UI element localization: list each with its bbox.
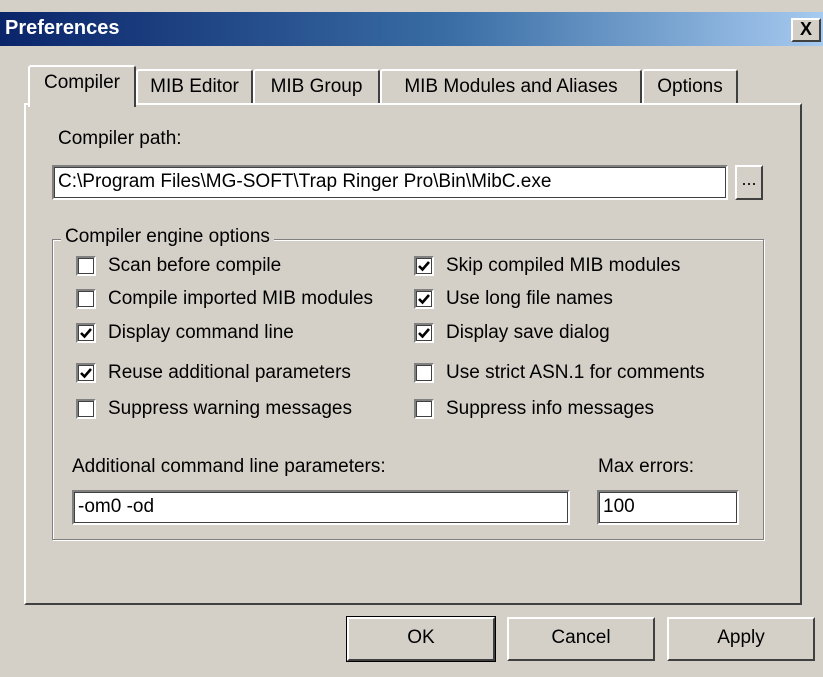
group-caption: Compiler engine options: [61, 226, 274, 248]
window-title: Preferences: [5, 17, 120, 39]
ok-button[interactable]: OK: [346, 616, 496, 662]
checkbox-label: Compile imported MIB modules: [108, 288, 374, 309]
preferences-dialog: Preferences X Compiler MIB Editor MIB Gr…: [0, 0, 823, 677]
max-errors-input[interactable]: 100: [597, 490, 739, 525]
tab-mib-group[interactable]: MIB Group: [253, 69, 380, 105]
checkbox-label: Skip compiled MIB modules: [446, 255, 681, 276]
checkbox-box[interactable]: [414, 363, 434, 383]
checkbox-label: Suppress warning messages: [108, 398, 352, 419]
checkbox-box[interactable]: [76, 289, 96, 309]
max-errors-label: Max errors:: [598, 456, 695, 477]
checkmark-icon: [80, 328, 92, 339]
cancel-button[interactable]: Cancel: [507, 617, 655, 661]
checkbox-box[interactable]: [414, 323, 434, 343]
tab-label: Options: [657, 76, 723, 97]
checkbox-box[interactable]: [76, 399, 96, 419]
checkbox-label: Suppress info messages: [446, 398, 655, 419]
tab-mib-editor[interactable]: MIB Editor: [136, 69, 253, 105]
tab-options[interactable]: Options: [642, 69, 738, 105]
tab-label: Compiler: [43, 72, 121, 93]
checkmark-icon: [418, 261, 430, 272]
checkbox-box[interactable]: [414, 256, 434, 276]
tab-mib-modules-and-aliases[interactable]: MIB Modules and Aliases: [380, 69, 642, 105]
checkbox-box[interactable]: [76, 363, 96, 383]
checkmark-icon: [80, 368, 92, 379]
checkbox-box[interactable]: [414, 289, 434, 309]
additional-params-input[interactable]: -om0 -od: [72, 490, 570, 525]
apply-button[interactable]: Apply: [667, 617, 815, 661]
checkbox-label: Use strict ASN.1 for comments: [446, 362, 705, 383]
checkbox-box[interactable]: [76, 323, 96, 343]
close-button[interactable]: X: [791, 18, 821, 42]
checkbox-label: Display save dialog: [446, 322, 610, 343]
compiler-path-input[interactable]: C:\Program Files\MG-SOFT\Trap Ringer Pro…: [52, 165, 728, 200]
additional-params-label: Additional command line parameters:: [72, 456, 386, 477]
checkbox-label: Reuse additional parameters: [108, 362, 351, 383]
close-icon: X: [799, 19, 812, 39]
checkbox-label: Scan before compile: [108, 255, 282, 276]
tab-label: MIB Editor: [150, 76, 239, 97]
checkbox-label: Display command line: [108, 322, 294, 343]
checkbox-box[interactable]: [76, 256, 96, 276]
tab-label: MIB Modules and Aliases: [404, 76, 618, 97]
browse-button[interactable]: ...: [735, 165, 763, 200]
compiler-path-label: Compiler path:: [58, 128, 182, 149]
checkbox-box[interactable]: [414, 399, 434, 419]
checkmark-icon: [418, 328, 430, 339]
checkmark-icon: [418, 294, 430, 305]
checkbox-label: Use long file names: [446, 288, 613, 309]
title-bar[interactable]: Preferences X: [0, 12, 823, 46]
tab-compiler[interactable]: Compiler: [28, 65, 136, 107]
tab-label: MIB Group: [270, 76, 363, 97]
